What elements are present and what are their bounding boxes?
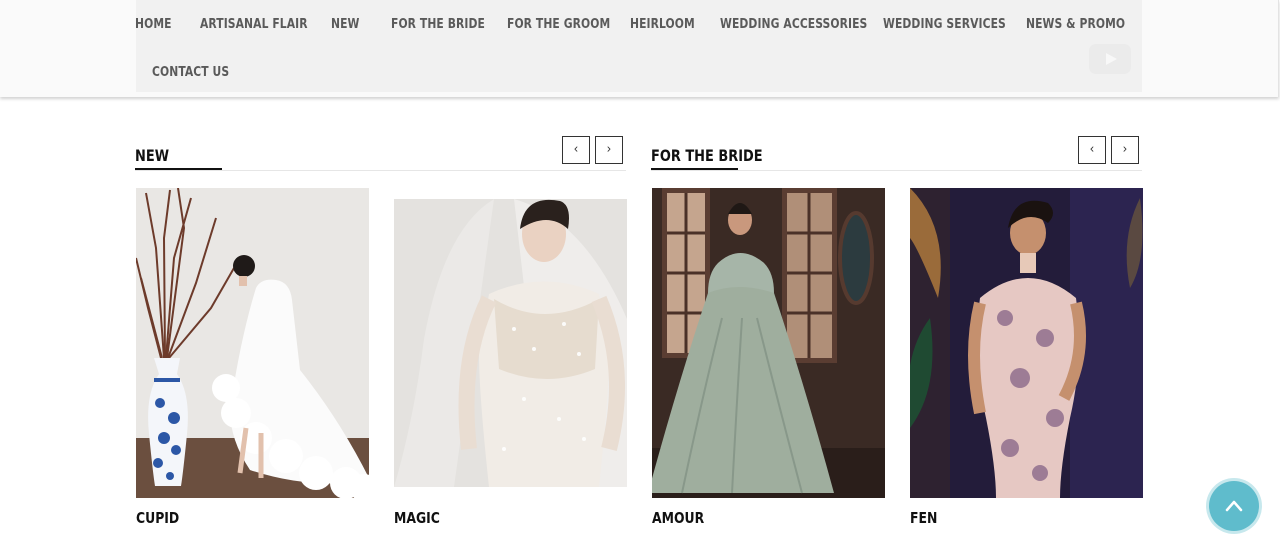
nav-item-for-the-groom[interactable]: FOR THE GROOM bbox=[507, 17, 610, 32]
next-arrow-button[interactable]: › bbox=[595, 136, 623, 164]
section-title: NEW bbox=[135, 146, 169, 165]
product-name[interactable]: AMOUR bbox=[652, 509, 704, 527]
section-divider bbox=[135, 170, 626, 171]
section-title-underline bbox=[651, 168, 738, 170]
prev-arrow-button[interactable]: ‹ bbox=[562, 136, 590, 164]
prev-arrow-button[interactable]: ‹ bbox=[1078, 136, 1106, 164]
nav-item-heirloom[interactable]: HEIRLOOM bbox=[630, 17, 695, 32]
nav-item-artisanal-flair[interactable]: ARTISANAL FLAIR bbox=[200, 17, 308, 32]
nav-item-new[interactable]: NEW bbox=[331, 17, 360, 32]
section-title: FOR THE BRIDE bbox=[651, 146, 763, 165]
nav-item-wedding-accessories[interactable]: WEDDING ACCESSORIES bbox=[720, 17, 867, 32]
next-arrow-button[interactable]: › bbox=[1111, 136, 1139, 164]
nav-item-for-the-bride[interactable]: FOR THE BRIDE bbox=[391, 17, 485, 32]
product-image[interactable] bbox=[394, 199, 627, 487]
product-image[interactable] bbox=[910, 188, 1143, 498]
product-name[interactable]: FEN bbox=[910, 509, 937, 527]
site-header: HOME ARTISANAL FLAIR NEW FOR THE BRIDE F… bbox=[0, 0, 1279, 97]
youtube-icon[interactable] bbox=[1089, 44, 1131, 74]
chevron-up-icon bbox=[1225, 500, 1243, 512]
nav-item-home[interactable]: HOME bbox=[135, 17, 172, 32]
product-image[interactable] bbox=[136, 188, 369, 498]
product-name[interactable]: MAGIC bbox=[394, 509, 440, 527]
back-to-top-button[interactable] bbox=[1209, 481, 1259, 531]
nav-item-wedding-services[interactable]: WEDDING SERVICES bbox=[883, 17, 1006, 32]
main-nav bbox=[136, 0, 1142, 92]
nav-item-contact-us[interactable]: CONTACT US bbox=[152, 65, 229, 80]
section-title-underline bbox=[135, 168, 222, 170]
nav-item-news-promo[interactable]: NEWS & PROMO bbox=[1026, 17, 1125, 32]
section-divider bbox=[651, 170, 1142, 171]
product-image[interactable] bbox=[652, 188, 885, 498]
product-name[interactable]: CUPID bbox=[136, 509, 179, 527]
